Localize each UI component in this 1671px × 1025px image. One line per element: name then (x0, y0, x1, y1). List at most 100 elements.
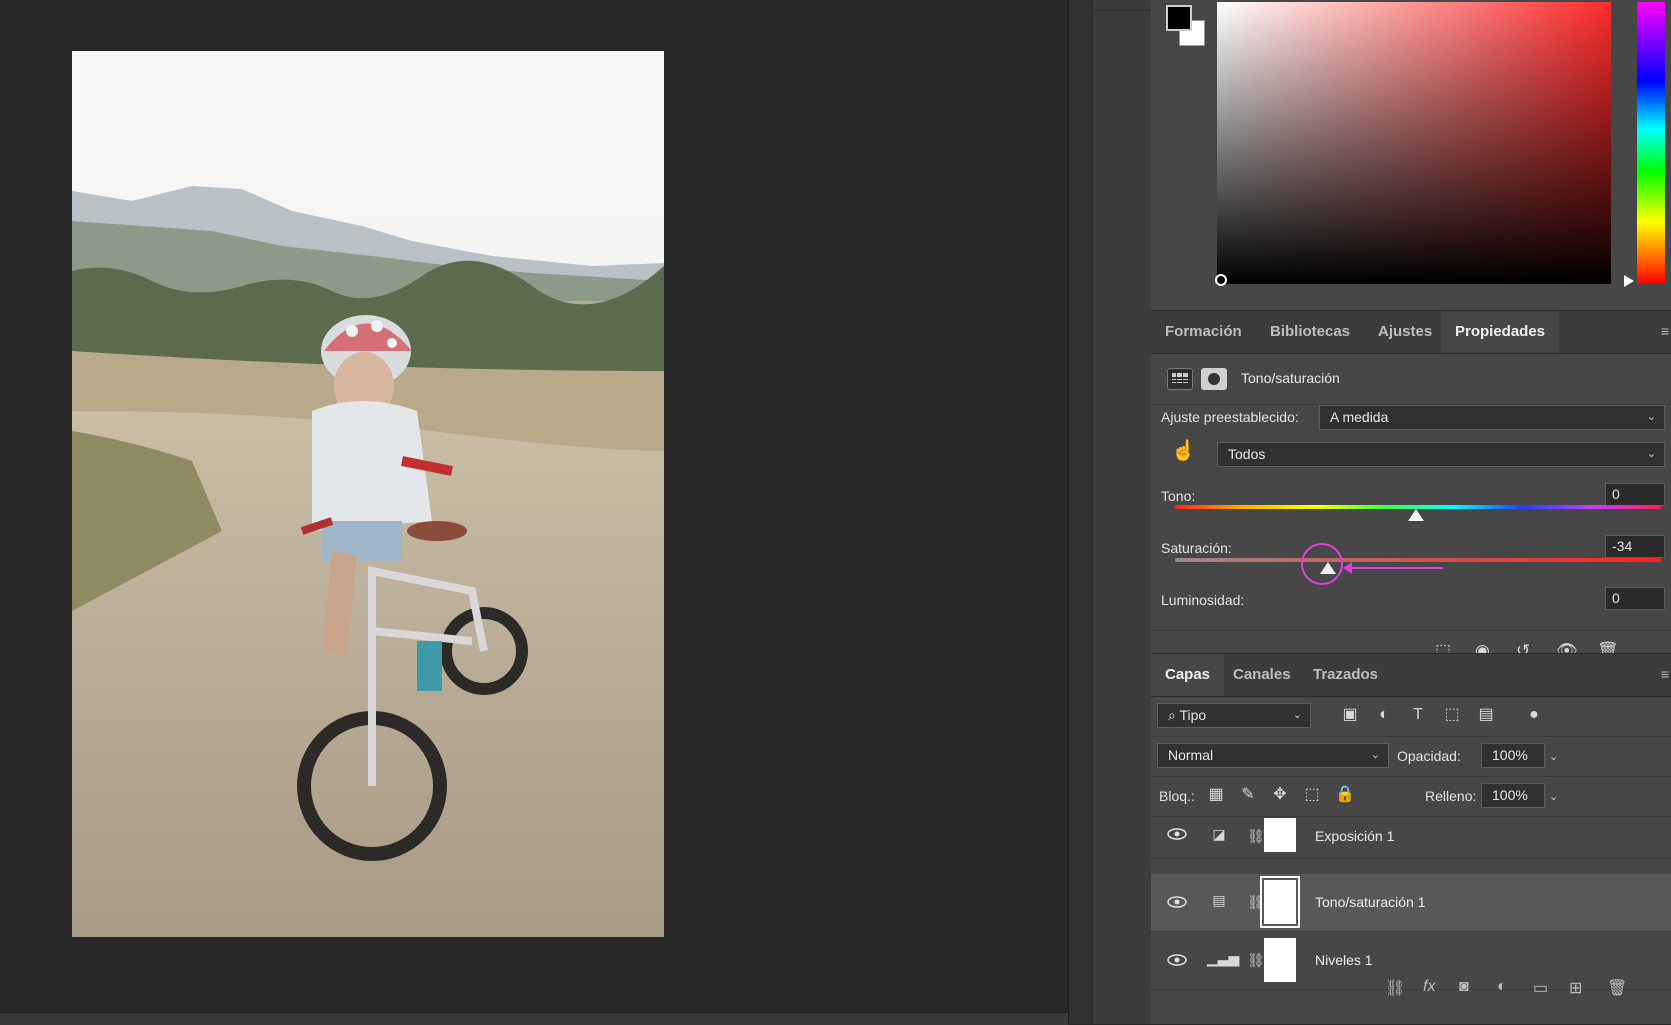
panel-menu-icon[interactable]: ≡ (1661, 666, 1669, 682)
blend-mode-dropdown[interactable]: Normal ⌄ (1157, 743, 1389, 768)
hue-slider-marker[interactable] (1624, 275, 1634, 287)
layer-mask-icon[interactable] (1201, 368, 1227, 390)
color-panel (1151, 0, 1671, 310)
layer-mask-thumbnail[interactable] (1264, 818, 1296, 852)
image-filter-icon[interactable]: ▣ (1341, 706, 1359, 724)
new-adjustment-icon[interactable]: ◐ (1497, 978, 1507, 996)
saturation-value-field[interactable] (1217, 2, 1611, 284)
foreground-color-swatch[interactable] (1166, 5, 1192, 31)
photo-illustration (72, 51, 664, 937)
link-icon[interactable]: ⛓ (1247, 828, 1265, 845)
color-picker-marker[interactable] (1215, 274, 1227, 286)
layer-mask-thumbnail[interactable] (1260, 876, 1300, 928)
layers-tabbar: Capas Canales Trazados ≡ (1151, 653, 1671, 697)
smart-object-filter-icon[interactable]: ▤ (1477, 706, 1495, 724)
lock-label: Bloq.: (1159, 788, 1195, 804)
saturation-value-field[interactable]: -34 (1605, 535, 1665, 558)
lock-brush-icon[interactable]: ✎ (1239, 786, 1257, 804)
text-filter-icon[interactable]: T (1409, 706, 1427, 724)
hue-value-field[interactable]: 0 (1605, 483, 1665, 506)
hue-strip[interactable] (1637, 2, 1665, 284)
properties-tabbar: Formación Bibliotecas Ajustes Propiedade… (1151, 310, 1671, 354)
layer-name[interactable]: Niveles 1 (1315, 952, 1373, 968)
properties-panel: Tono/saturación Ajuste preestablecido: A… (1151, 354, 1671, 660)
fx-icon[interactable]: fx (1423, 978, 1435, 996)
channel-value: Todos (1228, 446, 1266, 462)
horizontal-scrollbar[interactable] (0, 1012, 1068, 1025)
eye-icon[interactable] (1167, 954, 1187, 966)
opacity-label: Opacidad: (1397, 748, 1461, 764)
tab-canales[interactable]: Canales (1219, 654, 1305, 696)
tab-capas[interactable]: Capas (1151, 654, 1225, 696)
layer-name[interactable]: Tono/saturación 1 (1315, 894, 1426, 910)
highlight-arrow (1349, 567, 1443, 569)
eye-icon[interactable] (1167, 896, 1187, 908)
fill-chevron-icon[interactable]: ⌄ (1549, 790, 1558, 803)
hue-saturation-icon[interactable] (1167, 368, 1193, 390)
tab-propiedades[interactable]: Propiedades (1441, 311, 1560, 353)
document-photo[interactable] (72, 51, 664, 937)
opacity-field[interactable]: 100% (1481, 743, 1545, 768)
layer-name[interactable]: Exposición 1 (1315, 828, 1394, 844)
hue-label: Tono: (1161, 488, 1196, 504)
eye-icon[interactable] (1167, 828, 1187, 840)
link-icon[interactable]: ⛓ (1247, 952, 1265, 969)
lock-row: Bloq.: ▦ ✎ ✥ ⬚ 🔒 Relleno: 100% ⌄ (1151, 776, 1671, 817)
layer-row-tono-saturacion[interactable]: ▤ ⛓ Tono/saturación 1 (1151, 874, 1671, 932)
lock-all-icon[interactable]: 🔒 (1335, 786, 1355, 804)
add-mask-icon[interactable]: ◙ (1459, 978, 1469, 996)
new-group-icon[interactable]: ▭ (1533, 978, 1548, 998)
chevron-down-icon: ⌄ (1646, 448, 1656, 460)
link-layers-icon[interactable]: ⛓ (1385, 978, 1405, 998)
lightness-value-field[interactable]: 0 (1605, 587, 1665, 610)
blend-mode-value: Normal (1168, 747, 1214, 763)
layer-filter-row: ⌕ Tipo ⌄ ▣ ◐ T ⬚ ▤ ● (1151, 696, 1671, 737)
hue-slider-thumb[interactable] (1408, 509, 1424, 521)
saturation-label: Saturación: (1161, 540, 1232, 556)
layers-bottom-bar: ⛓ fx ◙ ◐ ▭ ⊞ 🗑 (1151, 968, 1671, 1024)
tab-ajustes[interactable]: Ajustes (1364, 311, 1446, 353)
tab-trazados[interactable]: Trazados (1299, 654, 1392, 696)
lock-transparency-icon[interactable]: ▦ (1207, 786, 1225, 804)
saturation-slider-track[interactable] (1175, 558, 1661, 562)
lock-position-icon[interactable]: ✥ (1271, 786, 1289, 804)
lightness-label: Luminosidad: (1161, 592, 1245, 608)
blend-row: Normal ⌄ Opacidad: 100% ⌄ (1151, 736, 1671, 777)
highlight-arrow-head (1343, 562, 1352, 574)
shape-filter-icon[interactable]: ⬚ (1443, 706, 1461, 724)
chevron-down-icon: ⌄ (1370, 749, 1380, 761)
fill-field[interactable]: 100% (1481, 783, 1545, 808)
filter-toggle-icon[interactable]: ● (1525, 706, 1543, 724)
filter-value: Tipo (1179, 707, 1207, 723)
collapsed-panel-strip (1092, 0, 1152, 1024)
fill-value: 100% (1492, 787, 1528, 803)
right-panels: Formación Bibliotecas Ajustes Propiedade… (1151, 0, 1671, 1024)
adjustment-filter-icon[interactable]: ◐ (1375, 706, 1393, 724)
fill-label: Relleno: (1425, 788, 1477, 804)
hue-saturation-icon: ▤ (1212, 892, 1226, 908)
exposure-icon: ◪ (1212, 826, 1226, 842)
channel-dropdown[interactable]: Todos ⌄ (1217, 442, 1665, 467)
adjustment-title: Tono/saturación (1241, 370, 1340, 386)
panel-divider (1068, 0, 1093, 1024)
chevron-down-icon: ⌄ (1646, 411, 1656, 423)
filter-kind-dropdown[interactable]: ⌕ Tipo ⌄ (1157, 703, 1311, 728)
panel-menu-icon[interactable]: ≡ (1661, 323, 1669, 339)
lock-artboard-icon[interactable]: ⬚ (1303, 786, 1321, 804)
highlight-circle (1301, 543, 1343, 585)
tab-bibliotecas[interactable]: Bibliotecas (1256, 311, 1364, 353)
targeted-adjustment-hand-icon[interactable]: ☝ (1171, 438, 1196, 463)
preset-label: Ajuste preestablecido: (1161, 409, 1299, 425)
delete-layer-icon[interactable]: 🗑 (1607, 978, 1627, 998)
layer-row-exposicion[interactable]: ◪ ⛓ Exposición 1 (1151, 816, 1671, 859)
properties-header: Tono/saturación (1151, 354, 1671, 405)
document-canvas[interactable] (0, 0, 1068, 1025)
tab-formacion[interactable]: Formación (1151, 311, 1256, 353)
preset-dropdown[interactable]: A medida ⌄ (1319, 405, 1665, 430)
levels-icon: ▁▃▅ (1207, 950, 1240, 966)
link-icon[interactable]: ⛓ (1247, 894, 1265, 911)
new-layer-icon[interactable]: ⊞ (1569, 978, 1582, 998)
opacity-chevron-icon[interactable]: ⌄ (1549, 750, 1558, 763)
preset-value: A medida (1330, 409, 1389, 425)
search-icon: ⌕ (1168, 707, 1180, 723)
